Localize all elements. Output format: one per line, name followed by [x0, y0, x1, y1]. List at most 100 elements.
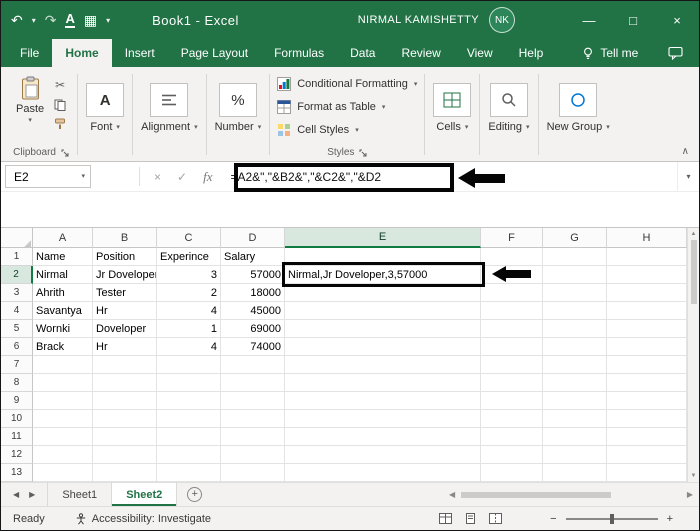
cell-E7[interactable]: [285, 356, 481, 374]
horizontal-scrollbar[interactable]: ◀ ▶: [443, 483, 699, 506]
cut-button[interactable]: ✂: [55, 78, 65, 92]
tab-insert[interactable]: Insert: [112, 39, 168, 67]
row-header-9[interactable]: 9: [1, 392, 33, 410]
cell-F2[interactable]: [481, 266, 543, 284]
select-all-button[interactable]: ◢: [1, 228, 33, 248]
cell-D11[interactable]: [221, 428, 285, 446]
cell-A5[interactable]: Wornki: [33, 320, 93, 338]
conditional-formatting-button[interactable]: Conditional Formatting ▾: [277, 74, 417, 94]
copy-button[interactable]: [54, 99, 66, 111]
cell-E5[interactable]: [285, 320, 481, 338]
cell-H3[interactable]: [607, 284, 687, 302]
cell-A9[interactable]: [33, 392, 93, 410]
cell-D5[interactable]: 69000: [221, 320, 285, 338]
zoom-slider-thumb[interactable]: [609, 513, 614, 524]
cell-A1[interactable]: Name: [33, 248, 93, 266]
cell-C6[interactable]: 4: [157, 338, 221, 356]
cell-E2[interactable]: Nirmal,Jr Doveloper,3,57000: [285, 266, 481, 284]
cell-B12[interactable]: [93, 446, 157, 464]
avatar[interactable]: NK: [489, 7, 515, 33]
cell-B5[interactable]: Doveloper: [93, 320, 157, 338]
cell-F13[interactable]: [481, 464, 543, 482]
comments-button[interactable]: [668, 39, 699, 67]
page-layout-view-button[interactable]: [464, 513, 477, 524]
tab-home[interactable]: Home: [52, 39, 112, 67]
qat-customize-icon[interactable]: ▾: [106, 16, 110, 25]
alignment-button[interactable]: Alignment ▾: [141, 83, 198, 161]
cell-H11[interactable]: [607, 428, 687, 446]
row-header-11[interactable]: 11: [1, 428, 33, 446]
row-header-10[interactable]: 10: [1, 410, 33, 428]
cell-E3[interactable]: [285, 284, 481, 302]
column-header-A[interactable]: A: [33, 228, 93, 248]
cell-G8[interactable]: [543, 374, 607, 392]
cell-F5[interactable]: [481, 320, 543, 338]
maximize-button[interactable]: □: [611, 1, 655, 39]
cell-C3[interactable]: 2: [157, 284, 221, 302]
scroll-up-icon[interactable]: ▲: [691, 231, 697, 237]
cell-B13[interactable]: [93, 464, 157, 482]
tell-me-button[interactable]: Tell me: [582, 39, 638, 67]
formula-bar-expand-button[interactable]: ▾: [677, 162, 699, 191]
cell-H12[interactable]: [607, 446, 687, 464]
cell-H8[interactable]: [607, 374, 687, 392]
cell-G5[interactable]: [543, 320, 607, 338]
undo-icon[interactable]: ↶: [11, 12, 23, 29]
cell-H9[interactable]: [607, 392, 687, 410]
cell-E9[interactable]: [285, 392, 481, 410]
cell-H4[interactable]: [607, 302, 687, 320]
new-sheet-button[interactable]: +: [187, 487, 203, 502]
page-break-view-button[interactable]: [489, 513, 503, 524]
cell-A6[interactable]: Brack: [33, 338, 93, 356]
number-button[interactable]: % Number ▾: [215, 83, 261, 161]
cell-B11[interactable]: [93, 428, 157, 446]
cell-G12[interactable]: [543, 446, 607, 464]
next-sheet-icon[interactable]: ▶: [29, 490, 35, 499]
new-group-button[interactable]: New Group ▾: [547, 83, 610, 161]
cell-B3[interactable]: Tester: [93, 284, 157, 302]
cell-F8[interactable]: [481, 374, 543, 392]
row-header-1[interactable]: 1: [1, 248, 33, 266]
cell-D10[interactable]: [221, 410, 285, 428]
cell-G9[interactable]: [543, 392, 607, 410]
cell-C4[interactable]: 4: [157, 302, 221, 320]
cell-D2[interactable]: 57000: [221, 266, 285, 284]
cell-F9[interactable]: [481, 392, 543, 410]
cell-G11[interactable]: [543, 428, 607, 446]
vertical-scrollbar[interactable]: ▲ ▼: [687, 228, 699, 482]
cell-E12[interactable]: [285, 446, 481, 464]
redo-icon[interactable]: ↷: [45, 12, 57, 29]
cell-H2[interactable]: [607, 266, 687, 284]
cell-B7[interactable]: [93, 356, 157, 374]
normal-view-button[interactable]: [439, 513, 453, 524]
tab-view[interactable]: View: [454, 39, 506, 67]
cell-F6[interactable]: [481, 338, 543, 356]
cell-A13[interactable]: [33, 464, 93, 482]
row-header-5[interactable]: 5: [1, 320, 33, 338]
cell-G10[interactable]: [543, 410, 607, 428]
tab-review[interactable]: Review: [388, 39, 453, 67]
cell-G13[interactable]: [543, 464, 607, 482]
row-header-3[interactable]: 3: [1, 284, 33, 302]
row-header-4[interactable]: 4: [1, 302, 33, 320]
cell-B6[interactable]: Hr: [93, 338, 157, 356]
row-header-8[interactable]: 8: [1, 374, 33, 392]
row-header-2[interactable]: 2: [1, 266, 33, 284]
scroll-down-icon[interactable]: ▼: [691, 473, 697, 479]
cell-B1[interactable]: Position: [93, 248, 157, 266]
tab-formulas[interactable]: Formulas: [261, 39, 337, 67]
column-header-G[interactable]: G: [543, 228, 607, 248]
cell-D8[interactable]: [221, 374, 285, 392]
styles-dialog-launcher-icon[interactable]: [359, 149, 367, 157]
cell-E6[interactable]: [285, 338, 481, 356]
table-icon[interactable]: ▦: [84, 12, 97, 29]
cell-F7[interactable]: [481, 356, 543, 374]
font-button[interactable]: A Font ▾: [86, 83, 125, 161]
cell-C8[interactable]: [157, 374, 221, 392]
cell-H1[interactable]: [607, 248, 687, 266]
cell-C2[interactable]: 3: [157, 266, 221, 284]
cell-B10[interactable]: [93, 410, 157, 428]
enter-button[interactable]: ✓: [177, 170, 187, 184]
cell-D6[interactable]: 74000: [221, 338, 285, 356]
cell-D4[interactable]: 45000: [221, 302, 285, 320]
